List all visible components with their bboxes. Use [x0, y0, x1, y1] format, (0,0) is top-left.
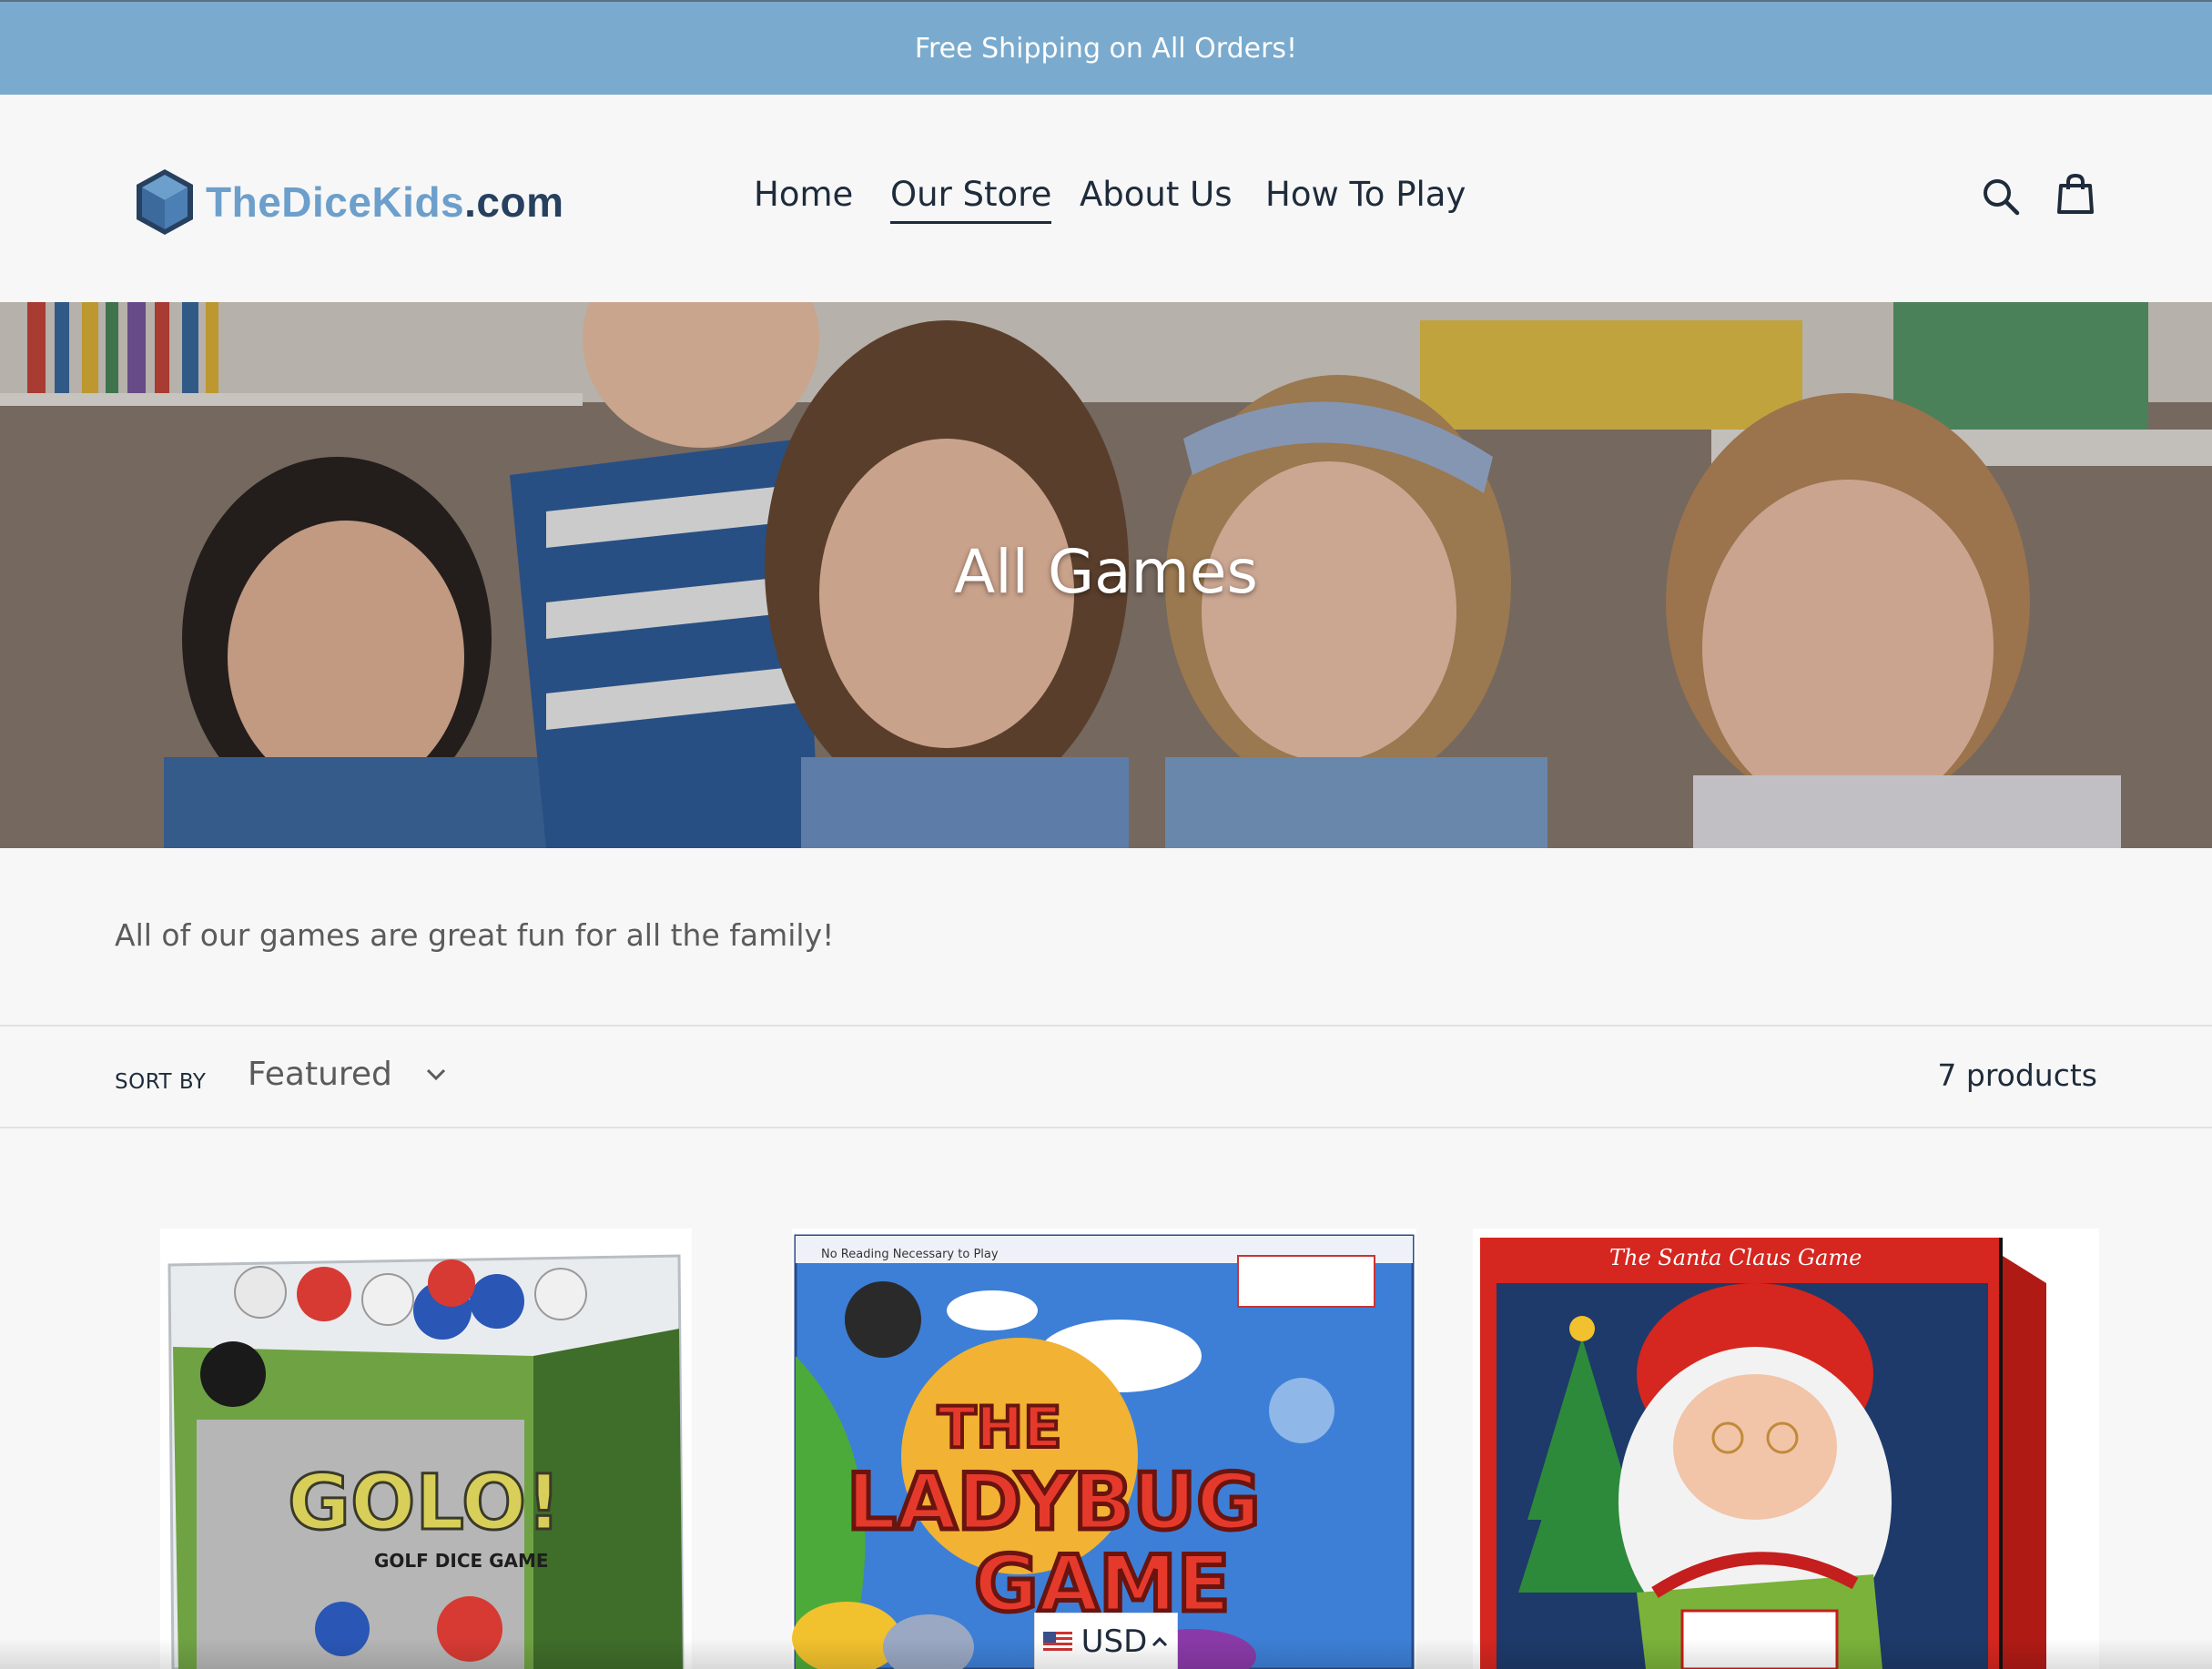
svg-text:LADYBUG: LADYBUG [847, 1457, 1261, 1548]
product-image-santa: The Santa Claus Game [1473, 1229, 2099, 1669]
product-image-ladybug: No Reading Necessary to Play THE LADYBUG… [792, 1229, 1416, 1669]
currency-value: USD [1081, 1623, 1148, 1660]
currency-selector[interactable]: USD [1034, 1613, 1178, 1669]
collection-title: All Games [954, 537, 1258, 607]
announcement-bar: Free Shipping on All Orders! [0, 0, 2212, 95]
search-icon[interactable] [1981, 177, 2021, 217]
main-nav: Home Our Store About Us How To Play [0, 175, 2212, 229]
svg-text:GOLF DICE GAME: GOLF DICE GAME [374, 1550, 549, 1572]
product-card-santa[interactable]: The Santa Claus Game [1473, 1229, 2099, 1669]
nav-home[interactable]: Home [754, 175, 853, 221]
sort-by-label: SORT BY [115, 1070, 207, 1094]
cart-icon[interactable] [2055, 173, 2095, 215]
product-card-ladybug[interactable]: No Reading Necessary to Play THE LADYBUG… [792, 1229, 1416, 1669]
svg-text:GOLO!: GOLO! [288, 1458, 562, 1547]
sort-by-select[interactable]: Featured [248, 1056, 447, 1093]
nav-about-us[interactable]: About Us [1080, 175, 1233, 221]
product-image-golo: GOLO! GOLF DICE GAME [160, 1229, 692, 1669]
product-count: 7 products [1937, 1057, 2097, 1093]
svg-text:The Santa Claus Game: The Santa Claus Game [1609, 1245, 1862, 1270]
us-flag-icon [1042, 1631, 1072, 1652]
chevron-up-icon [1152, 1636, 1168, 1646]
product-card-golo[interactable]: GOLO! GOLF DICE GAME [160, 1229, 692, 1669]
chevron-down-icon [426, 1068, 445, 1080]
divider-bottom [0, 1127, 2212, 1128]
svg-text:THE: THE [938, 1394, 1062, 1461]
collection-hero-banner: All Games [0, 302, 2212, 848]
site-header: TheDiceKids.com Home Our Store About Us … [0, 95, 2212, 302]
sort-by-value: Featured [248, 1056, 392, 1093]
nav-our-store[interactable]: Our Store [890, 175, 1052, 224]
announcement-text: Free Shipping on All Orders! [914, 32, 1298, 65]
svg-text:No Reading Necessary to Play: No Reading Necessary to Play [821, 1248, 999, 1261]
collection-description: All of our games are great fun for all t… [115, 917, 835, 953]
divider-top [0, 1025, 2212, 1027]
nav-how-to-play[interactable]: How To Play [1265, 175, 1466, 221]
